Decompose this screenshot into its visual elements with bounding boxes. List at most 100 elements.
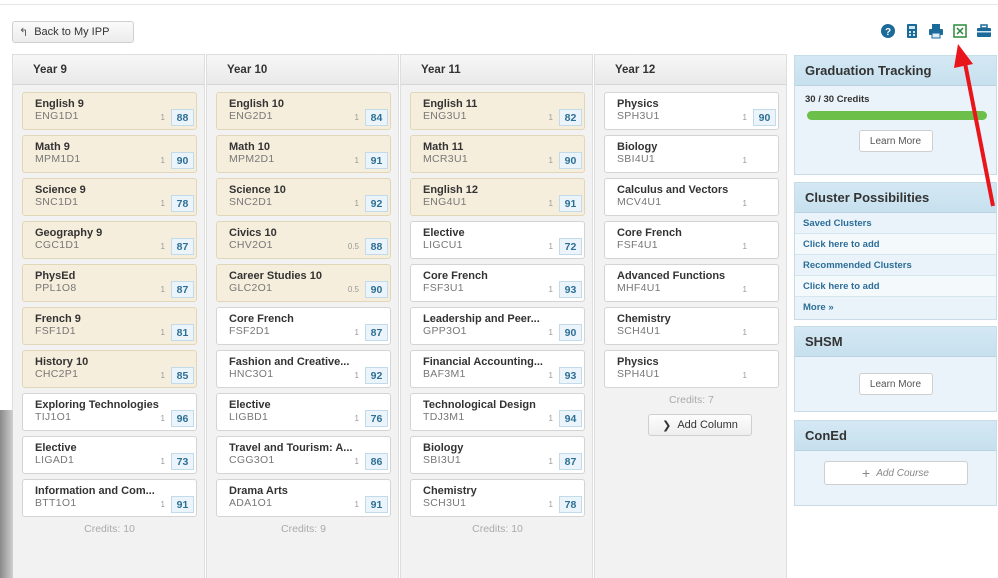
course-card[interactable]: Science 10 SNC2D1 1 92 bbox=[216, 178, 391, 216]
course-card[interactable]: Physics SPH4U1 1 bbox=[604, 350, 779, 388]
course-card[interactable]: Elective LIGBD1 1 76 bbox=[216, 393, 391, 431]
course-name: English 11 bbox=[423, 98, 478, 110]
grade-badge: 87 bbox=[365, 324, 388, 341]
course-list: English 10 ENG2D1 1 84 Math 10 MPM2D1 1 91 Scien… bbox=[207, 85, 398, 535]
course-card[interactable]: Advanced Functions MHF4U1 1 bbox=[604, 264, 779, 302]
shsm-learn-more-button[interactable]: Learn More bbox=[858, 373, 933, 395]
grade-badge: 76 bbox=[365, 410, 388, 427]
recommended-clusters-add-link[interactable]: Click here to add bbox=[795, 276, 996, 297]
course-card[interactable]: English 12 ENG4U1 1 91 bbox=[410, 178, 585, 216]
course-card[interactable]: Drama Arts ADA1O1 1 91 bbox=[216, 479, 391, 517]
course-name: Geography 9 bbox=[35, 227, 103, 239]
course-name: Math 10 bbox=[229, 141, 270, 153]
course-card[interactable]: Elective LIGCU1 1 72 bbox=[410, 221, 585, 259]
credit-value: 1 bbox=[548, 285, 553, 294]
calculator-icon[interactable] bbox=[904, 23, 920, 39]
course-card[interactable]: English 9 ENG1D1 1 88 bbox=[22, 92, 197, 130]
course-card[interactable]: Fashion and Creative... HNC3O1 1 92 bbox=[216, 350, 391, 388]
add-column-label: Add Column bbox=[677, 419, 738, 431]
course-name: Math 9 bbox=[35, 141, 70, 153]
course-card[interactable]: English 11 ENG3U1 1 82 bbox=[410, 92, 585, 130]
grade-badge: 91 bbox=[365, 496, 388, 513]
course-name: English 12 bbox=[423, 184, 479, 196]
coned-panel: ConEd + Add Course bbox=[794, 420, 997, 506]
course-card[interactable]: Technological Design TDJ3M1 1 94 bbox=[410, 393, 585, 431]
credit-value: 1 bbox=[354, 371, 359, 380]
course-code: SCH4U1 bbox=[617, 325, 661, 337]
course-name: Science 10 bbox=[229, 184, 286, 196]
course-card[interactable]: Core French FSF2D1 1 87 bbox=[216, 307, 391, 345]
add-course-button[interactable]: + Add Course bbox=[823, 461, 968, 485]
course-card[interactable]: Career Studies 10 GLC2O1 0.5 90 bbox=[216, 264, 391, 302]
graduation-learn-more-button[interactable]: Learn More bbox=[858, 130, 933, 152]
course-name: Physics bbox=[617, 356, 659, 368]
grade-badge: 87 bbox=[559, 453, 582, 470]
add-course-label: Add Course bbox=[876, 467, 929, 479]
credit-value: 1 bbox=[742, 199, 747, 208]
credit-value: 1 bbox=[354, 113, 359, 122]
course-card[interactable]: History 10 CHC2P1 1 85 bbox=[22, 350, 197, 388]
course-card[interactable]: Financial Accounting... BAF3M1 1 93 bbox=[410, 350, 585, 388]
credit-value: 1 bbox=[548, 199, 553, 208]
course-code: MCV4U1 bbox=[617, 196, 662, 208]
plus-icon: + bbox=[862, 465, 871, 481]
course-card[interactable]: Core French FSF3U1 1 93 bbox=[410, 264, 585, 302]
course-card[interactable]: Math 9 MPM1D1 1 90 bbox=[22, 135, 197, 173]
back-to-ipp-button[interactable]: ↰ Back to My IPP bbox=[12, 21, 134, 43]
help-icon[interactable]: ? bbox=[880, 23, 896, 39]
chevron-right-icon: ❯ bbox=[662, 419, 672, 432]
saved-clusters-label: Saved Clusters bbox=[795, 213, 996, 234]
course-card[interactable]: Math 11 MCR3U1 1 90 bbox=[410, 135, 585, 173]
column-credits-total: Credits: 7 bbox=[669, 394, 714, 406]
course-name: Elective bbox=[229, 399, 271, 411]
course-card[interactable]: Biology SBI4U1 1 bbox=[604, 135, 779, 173]
course-card[interactable]: Geography 9 CGC1D1 1 87 bbox=[22, 221, 197, 259]
grade-badge: 92 bbox=[365, 367, 388, 384]
course-card[interactable]: Civics 10 CHV2O1 0.5 88 bbox=[216, 221, 391, 259]
course-card[interactable]: Physics SPH3U1 1 90 bbox=[604, 92, 779, 130]
course-name: French 9 bbox=[35, 313, 81, 325]
credit-value: 1 bbox=[354, 199, 359, 208]
course-card[interactable]: Leadership and Peer... GPP3O1 1 90 bbox=[410, 307, 585, 345]
course-card[interactable]: Core French FSF4U1 1 bbox=[604, 221, 779, 259]
recommended-clusters-label: Recommended Clusters bbox=[795, 255, 996, 276]
grade-badge: 82 bbox=[559, 109, 582, 126]
window-edge-shadow bbox=[0, 410, 13, 578]
course-card[interactable]: PhysEd PPL1O8 1 87 bbox=[22, 264, 197, 302]
course-list: English 11 ENG3U1 1 82 Math 11 MCR3U1 1 90 Engli… bbox=[401, 85, 592, 535]
course-card[interactable]: French 9 FSF1D1 1 81 bbox=[22, 307, 197, 345]
course-card[interactable]: Math 10 MPM2D1 1 91 bbox=[216, 135, 391, 173]
course-card[interactable]: English 10 ENG2D1 1 84 bbox=[216, 92, 391, 130]
course-name: History 10 bbox=[35, 356, 89, 368]
grade-badge: 90 bbox=[365, 281, 388, 298]
course-card[interactable]: Biology SBI3U1 1 87 bbox=[410, 436, 585, 474]
course-card[interactable]: Elective LIGAD1 1 73 bbox=[22, 436, 197, 474]
course-name: Career Studies 10 bbox=[229, 270, 322, 282]
course-card[interactable]: Calculus and Vectors MCV4U1 1 bbox=[604, 178, 779, 216]
course-card[interactable]: Exploring Technologies TIJ1O1 1 96 bbox=[22, 393, 197, 431]
course-card[interactable]: Chemistry SCH4U1 1 bbox=[604, 307, 779, 345]
credit-value: 1 bbox=[742, 285, 747, 294]
add-column-button[interactable]: ❯ Add Column bbox=[648, 414, 752, 436]
credit-value: 1 bbox=[160, 457, 165, 466]
course-card[interactable]: Science 9 SNC1D1 1 78 bbox=[22, 178, 197, 216]
grade-badge: 93 bbox=[559, 367, 582, 384]
course-name: Chemistry bbox=[617, 313, 671, 325]
more-clusters-link[interactable]: More » bbox=[795, 297, 996, 318]
column-credits-total: Credits: 10 bbox=[472, 523, 523, 535]
course-list: English 9 ENG1D1 1 88 Math 9 MPM1D1 1 90 Science… bbox=[13, 85, 204, 535]
course-card[interactable]: Travel and Tourism: A... CGG3O1 1 86 bbox=[216, 436, 391, 474]
grade-badge: 91 bbox=[559, 195, 582, 212]
grade-badge: 85 bbox=[171, 367, 194, 384]
course-card[interactable]: Chemistry SCH3U1 1 78 bbox=[410, 479, 585, 517]
course-code: MHF4U1 bbox=[617, 282, 661, 294]
credit-value: 1 bbox=[742, 156, 747, 165]
saved-clusters-add-link[interactable]: Click here to add bbox=[795, 234, 996, 255]
credit-value: 1 bbox=[160, 156, 165, 165]
course-code: FSF4U1 bbox=[617, 239, 658, 251]
credit-value: 1 bbox=[354, 500, 359, 509]
course-card[interactable]: Information and Com... BTT1O1 1 91 bbox=[22, 479, 197, 517]
year-column: Year 11 English 11 ENG3U1 1 82 Math 11 MCR3U1… bbox=[400, 54, 593, 578]
grade-badge: 78 bbox=[171, 195, 194, 212]
course-name: Travel and Tourism: A... bbox=[229, 442, 353, 454]
